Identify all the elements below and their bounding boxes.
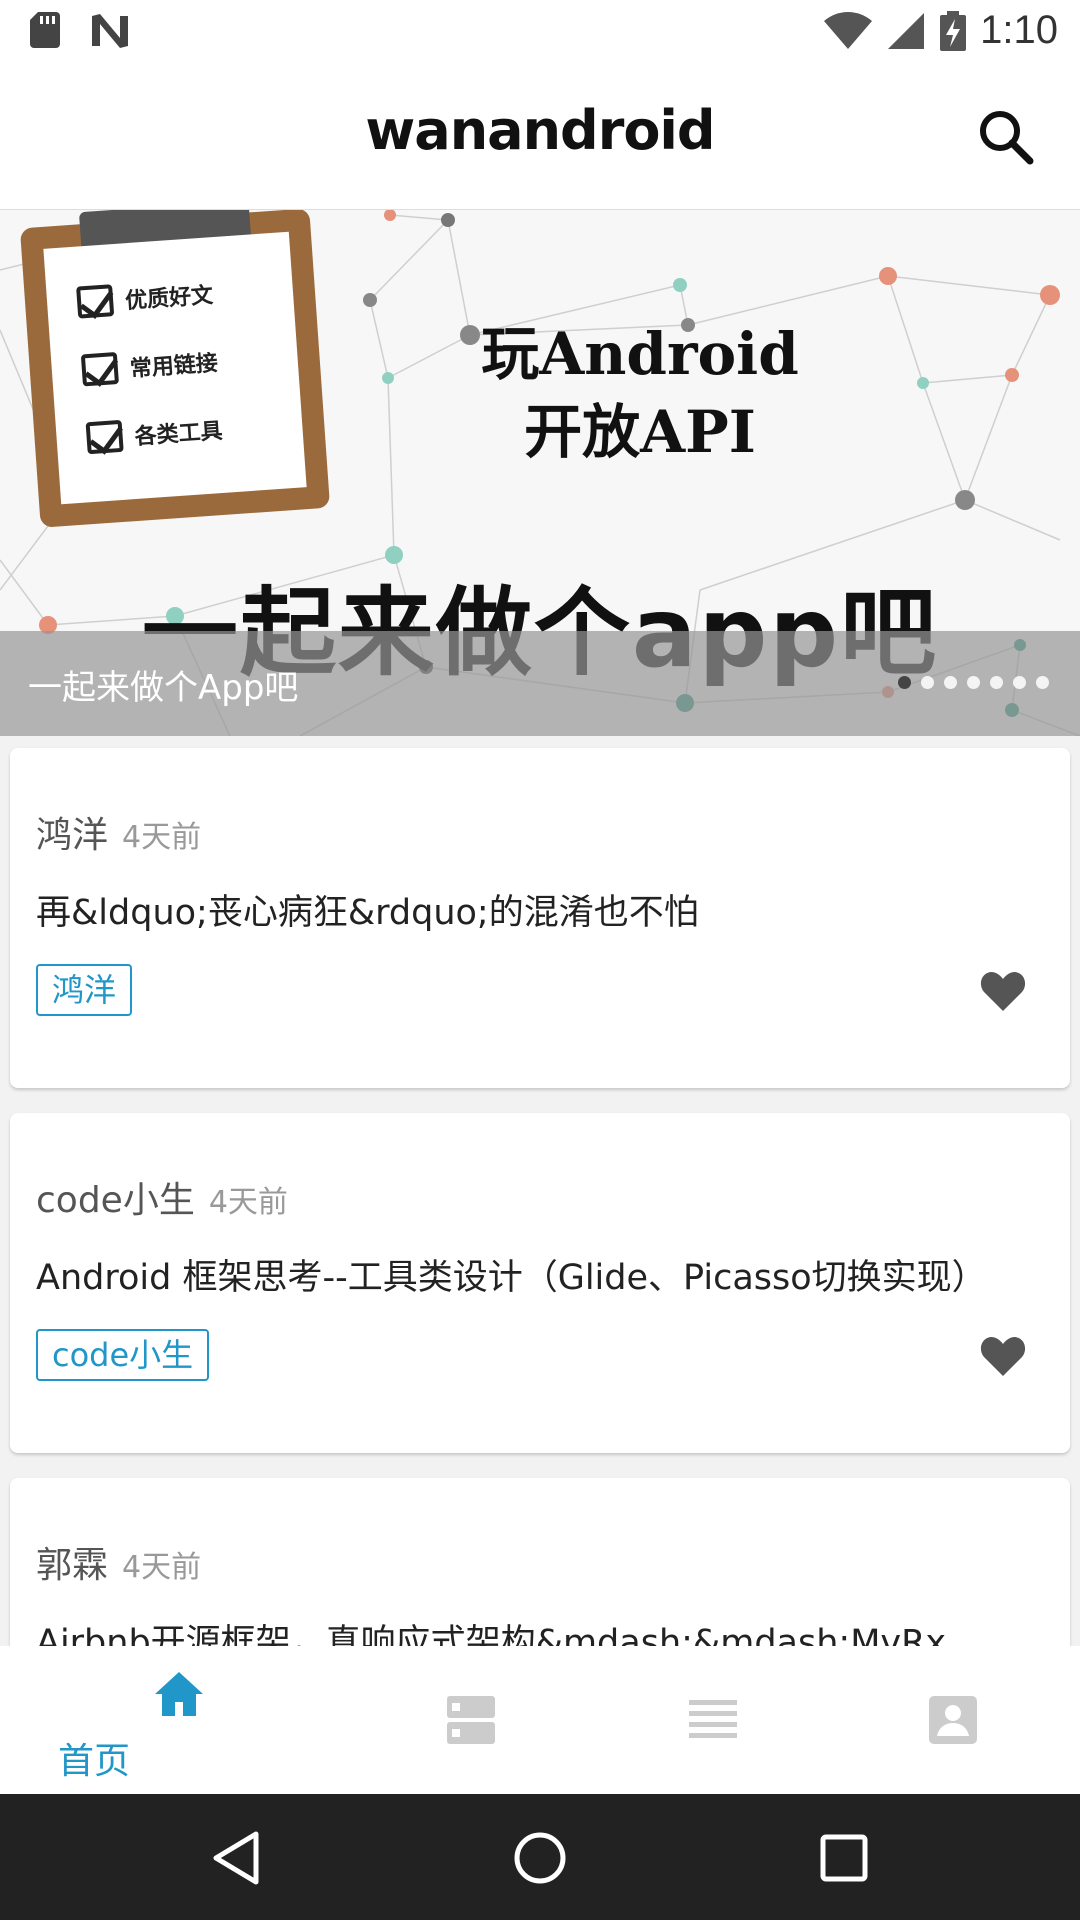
cell-signal-icon <box>888 12 925 49</box>
carousel-dot <box>921 676 934 689</box>
nav-home-label: 首页 <box>57 1741 130 1782</box>
article-card[interactable]: code小生 4天前 Android 框架思考--工具类设计（Glide、Pic… <box>10 1113 1070 1453</box>
back-icon[interactable] <box>208 1828 268 1888</box>
article-time: 4天前 <box>122 1550 202 1585</box>
checkbox-checked-icon <box>76 284 115 319</box>
nav-knowledge[interactable] <box>336 1646 606 1794</box>
carousel-dot <box>990 676 1003 689</box>
n-logo-icon <box>92 14 128 48</box>
checkbox-checked-icon <box>80 352 119 387</box>
carousel-dot <box>944 676 957 689</box>
app-bar: wanandroid <box>0 63 1080 210</box>
article-tag[interactable]: 鸿洋 <box>36 964 133 1016</box>
checklist-item: 常用链接 <box>80 345 219 387</box>
banner-carousel[interactable]: 优质好文 常用链接 各类工具 玩Android 开放API 一起来做个app吧 … <box>0 210 1080 736</box>
article-meta: 鸿洋 4天前 <box>36 806 201 858</box>
article-title: 再&ldquo;丧心病狂&rdquo;的混淆也不怕 <box>36 893 699 933</box>
heart-icon[interactable] <box>980 970 1026 1012</box>
article-author: code小生 <box>36 1180 195 1221</box>
search-icon[interactable] <box>976 107 1036 167</box>
checkbox-checked-icon <box>85 419 124 455</box>
nav-home[interactable]: 首页 <box>44 1646 314 1794</box>
system-navigation-bar <box>0 1794 1080 1920</box>
home-icon <box>155 1672 203 1716</box>
checklist-item: 优质好文 <box>76 277 214 319</box>
nav-profile[interactable] <box>818 1646 1080 1794</box>
article-time: 4天前 <box>208 1185 288 1220</box>
article-author: 鸿洋 <box>36 815 109 856</box>
status-bar: 1:10 <box>0 0 1080 63</box>
knowledge-icon <box>447 1696 495 1744</box>
clipboard-paper: 优质好文 常用链接 各类工具 <box>43 231 307 505</box>
article-title: Airbnb开源框架，真响应式架构&mdash;&mdash;MvRx <box>36 1623 947 1646</box>
article-list: 鸿洋 4天前 再&ldquo;丧心病狂&rdquo;的混淆也不怕 鸿洋 code… <box>0 736 1080 1646</box>
heart-icon[interactable] <box>980 1335 1026 1377</box>
article-title: Android 框架思考--工具类设计（Glide、Picasso切换实现） <box>36 1258 987 1298</box>
profile-icon <box>929 1696 977 1744</box>
status-time: 1:10 <box>980 8 1058 52</box>
checklist-item: 各类工具 <box>85 413 224 455</box>
article-card[interactable]: 鸿洋 4天前 再&ldquo;丧心病狂&rdquo;的混淆也不怕 鸿洋 <box>10 748 1070 1088</box>
article-card[interactable]: 郭霖 4天前 Airbnb开源框架，真响应式架构&mdash;&mdash;Mv… <box>10 1478 1070 1646</box>
list-icon <box>689 1700 737 1738</box>
sd-card-icon <box>30 12 60 48</box>
bottom-navigation: 首页 <box>0 1646 1080 1794</box>
carousel-indicator <box>898 676 1049 689</box>
wifi-icon <box>824 11 873 49</box>
home-circle-icon[interactable] <box>510 1828 570 1888</box>
clipboard-graphic: 优质好文 常用链接 各类工具 <box>19 210 331 528</box>
nav-list[interactable] <box>578 1646 848 1794</box>
recents-icon[interactable] <box>814 1828 874 1888</box>
article-meta: 郭霖 4天前 <box>36 1536 201 1588</box>
article-time: 4天前 <box>122 820 202 855</box>
banner-caption: 一起来做个App吧 <box>28 668 299 708</box>
article-author: 郭霖 <box>36 1545 109 1586</box>
carousel-dot <box>967 676 980 689</box>
battery-charging-icon <box>940 10 967 51</box>
app-title: wanandroid <box>365 99 715 162</box>
article-tag[interactable]: code小生 <box>36 1329 210 1381</box>
carousel-dot <box>898 676 911 689</box>
banner-headline: 玩Android 开放API <box>481 320 799 466</box>
carousel-dot <box>1013 676 1026 689</box>
article-meta: code小生 4天前 <box>36 1171 288 1223</box>
carousel-dot <box>1036 676 1049 689</box>
